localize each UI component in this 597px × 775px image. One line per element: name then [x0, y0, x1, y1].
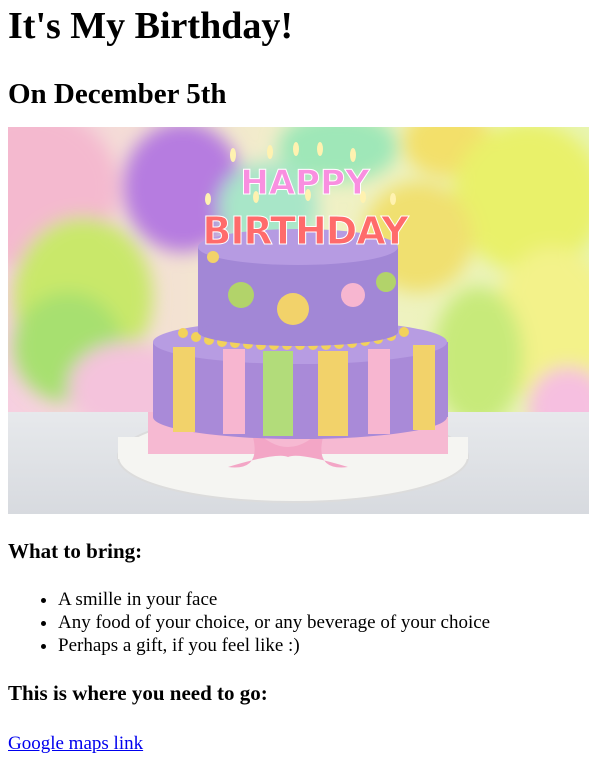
- list-item: Any food of your choice, or any beverage…: [58, 611, 589, 634]
- birthday-cake-image: BIRTHDAY HAPPY: [8, 127, 589, 514]
- location-heading: This is where you need to go:: [8, 681, 268, 705]
- date-heading: On December 5th: [8, 78, 227, 110]
- bring-heading: What to bring:: [8, 539, 143, 563]
- bring-list: A smille in your face Any food of your c…: [8, 588, 589, 657]
- list-item: Perhaps a gift, if you feel like :): [58, 634, 589, 657]
- page-title: It's My Birthday!: [8, 5, 293, 47]
- google-maps-link[interactable]: Google maps link: [8, 732, 143, 755]
- page: It's My Birthday! On December 5th BIRTHD…: [0, 0, 597, 755]
- candle-text-bottom: BIRTHDAY: [202, 209, 409, 253]
- list-item: A smille in your face: [58, 588, 589, 611]
